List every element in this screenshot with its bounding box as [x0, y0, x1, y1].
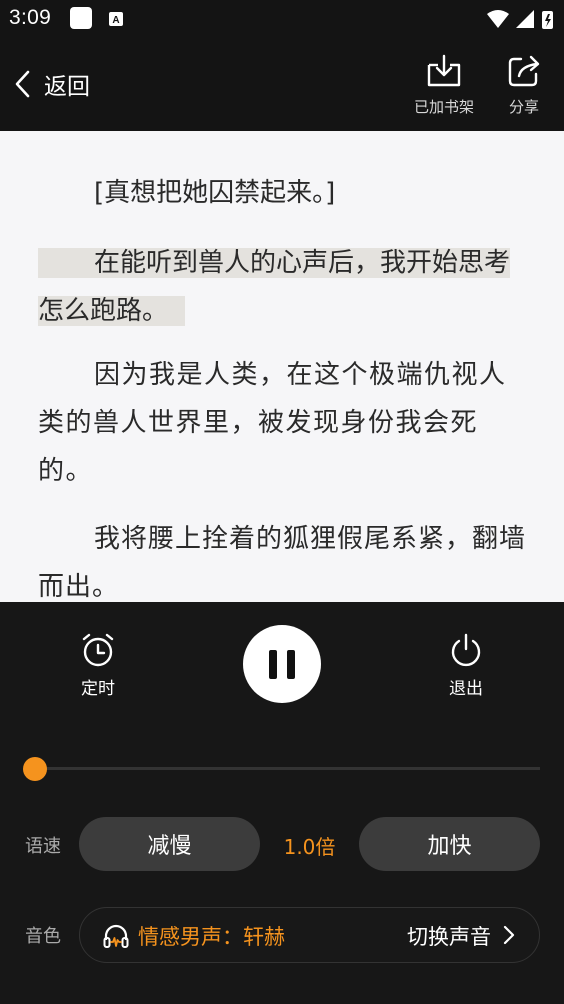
chevron-right-icon	[503, 925, 515, 945]
top-nav-bar: 返回 已加书架 分享	[0, 40, 564, 131]
timer-label: 定时	[81, 679, 115, 699]
paragraph: [真想把她囚禁起来。]	[38, 169, 528, 217]
notification-icon	[70, 7, 92, 29]
bookshelf-icon	[427, 54, 461, 87]
pause-icon	[269, 650, 277, 679]
speed-value: 1.0倍	[283, 835, 336, 859]
paragraph-text: 在能听到兽人的心声后，我开始思考怎么跑路。	[38, 248, 511, 326]
status-bar: 3:09 A	[0, 0, 564, 40]
speed-row-label: 语速	[25, 836, 61, 857]
paragraph-text: [真想把她囚禁起来。]	[94, 178, 336, 208]
share-icon	[508, 55, 540, 87]
alarm-clock-icon	[82, 633, 114, 667]
switch-voice-label: 切换声音	[407, 925, 491, 949]
power-icon	[451, 633, 481, 667]
exit-label: 退出	[449, 679, 483, 699]
pause-button[interactable]	[243, 625, 321, 703]
status-time: 3:09	[9, 6, 52, 29]
status-icons	[487, 10, 553, 29]
voice-name: 情感男声：轩赫	[138, 925, 285, 949]
wifi-icon	[487, 10, 509, 28]
voice-selector[interactable]: 情感男声：轩赫 切换声音	[79, 907, 540, 963]
chevron-left-icon	[15, 70, 30, 98]
headphones-icon	[103, 924, 129, 948]
share-button[interactable]: 分享	[496, 54, 552, 117]
share-label: 分享	[508, 98, 539, 116]
paragraph: 因为我是人类，在这个极端仇视人类的兽人世界里，被发现身份我会死的。	[38, 351, 528, 495]
progress-knob[interactable]	[23, 757, 47, 781]
paragraph-text: 因为我是人类，在这个极端仇视人类的兽人世界里，被发现身份我会死的。	[38, 360, 507, 486]
app-notification-icon: A	[109, 12, 123, 26]
signal-icon	[516, 10, 534, 28]
svg-text:A: A	[112, 15, 119, 26]
paragraph-text: 我将腰上拴着的狐狸假尾系紧，翻墙而出。	[38, 524, 527, 602]
exit-button[interactable]: 退出	[436, 632, 496, 699]
faster-button[interactable]: 加快	[359, 817, 540, 871]
add-to-shelf-label: 已加书架	[413, 98, 474, 116]
back-button[interactable]: 返回	[14, 62, 90, 106]
voice-row-label: 音色	[25, 926, 61, 947]
timer-button[interactable]: 定时	[68, 632, 128, 699]
slower-button[interactable]: 减慢	[79, 817, 260, 871]
paragraph-highlighted: 在能听到兽人的心声后，我开始思考怎么跑路。	[38, 239, 528, 335]
pause-icon-bar	[287, 650, 295, 679]
add-to-shelf-button[interactable]: 已加书架	[404, 54, 484, 117]
paragraph: 我将腰上拴着的狐狸假尾系紧，翻墙而出。	[38, 515, 528, 602]
audio-player-panel: 定时 退出 语速 减慢 1.0倍 加快 音色 情感男声：轩赫 切换声音	[0, 602, 564, 1004]
back-label: 返回	[44, 74, 90, 100]
progress-track[interactable]	[34, 767, 540, 770]
reader-content[interactable]: [真想把她囚禁起来。] 在能听到兽人的心声后，我开始思考怎么跑路。 因为我是人类…	[0, 131, 564, 602]
